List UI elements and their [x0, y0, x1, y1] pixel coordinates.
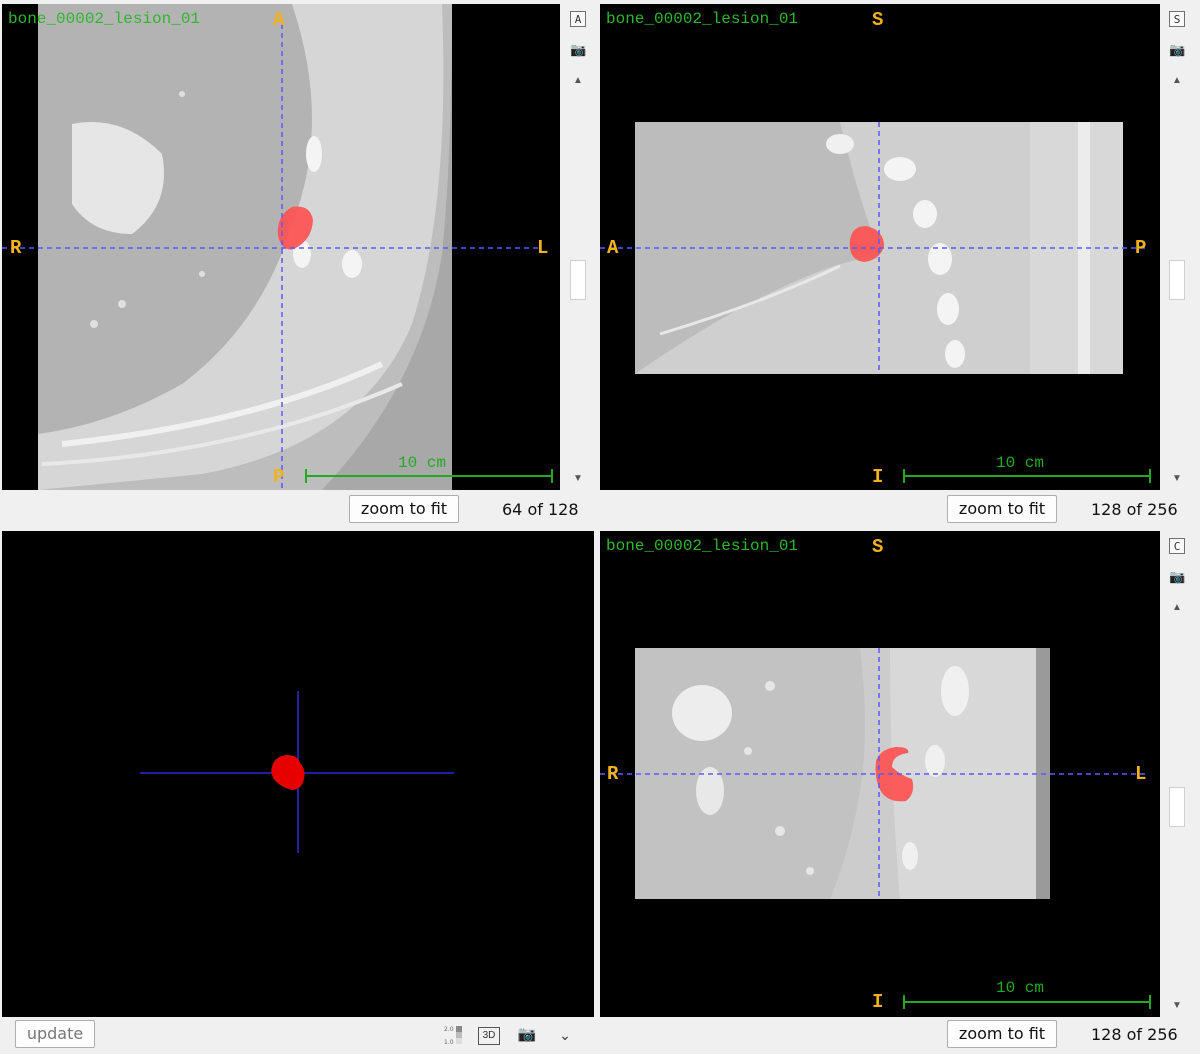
window-level-icon[interactable]: 2.0 1.0 [444, 1024, 464, 1046]
sagittal-view[interactable]: bone_00002_lesion_01 S I A P 10 cm [600, 4, 1160, 490]
svg-text:1.0: 1.0 [444, 1039, 454, 1046]
scale-bar-label: 10 cm [398, 454, 447, 472]
lesion-3d [271, 755, 305, 790]
coronal-sidebar: C 📷 ▲ ▼ [1160, 531, 1194, 1017]
orientation-left: R [607, 763, 619, 785]
update-button[interactable]: update [15, 1020, 95, 1048]
coronal-view[interactable]: bone_00002_lesion_01 S I R L 10 cm [600, 531, 1160, 1017]
zoom-to-fit-button[interactable]: zoom to fit [947, 1020, 1057, 1048]
camera-icon[interactable]: 📷 [570, 42, 586, 58]
orientation-left: A [607, 237, 619, 259]
scroll-up-arrow[interactable]: ▲ [1167, 601, 1187, 615]
sagittal-ct-image [600, 122, 1151, 483]
series-title: bone_00002_lesion_01 [8, 10, 201, 28]
3d-icon[interactable]: 3D [478, 1024, 500, 1046]
axial-view[interactable]: bone_00002_lesion_01 A P R L 10 cm [2, 4, 560, 490]
orientation-bottom: I [872, 466, 884, 488]
orientation-bottom: P [273, 466, 285, 488]
view-toggle-button[interactable]: A [570, 11, 586, 27]
scrollbar-thumb[interactable] [1169, 787, 1185, 827]
orientation-top: A [273, 9, 285, 31]
3d-icon-label: 3D [478, 1027, 500, 1045]
scroll-down-arrow[interactable]: ▼ [1167, 472, 1187, 486]
zoom-to-fit-button[interactable]: zoom to fit [947, 495, 1057, 523]
orientation-top: S [872, 9, 884, 31]
svg-text:2.0: 2.0 [444, 1026, 454, 1033]
scale-bar-label: 10 cm [996, 454, 1045, 472]
scroll-down-arrow[interactable]: ▼ [1167, 999, 1187, 1013]
scroll-up-arrow[interactable]: ▲ [568, 74, 588, 88]
scroll-up-arrow[interactable]: ▲ [1167, 74, 1187, 88]
orientation-left: R [10, 237, 22, 259]
slice-scrollbar[interactable]: ▲ ▼ [1167, 599, 1187, 1017]
view-toggle-button[interactable]: C [1169, 538, 1185, 554]
camera-icon[interactable]: 📷 [516, 1024, 538, 1046]
camera-icon[interactable]: 📷 [1169, 42, 1185, 58]
scrollbar-thumb[interactable] [570, 260, 586, 300]
scale-bar-label: 10 cm [996, 979, 1045, 997]
scroll-down-arrow[interactable]: ▼ [568, 472, 588, 486]
3d-render-view[interactable] [2, 531, 594, 1017]
scrollbar-thumb[interactable] [1169, 260, 1185, 300]
coronal-ct-image [600, 648, 1151, 1009]
sagittal-sidebar: S 📷 ▲ ▼ [1160, 4, 1194, 490]
axial-sidebar: A 📷 ▲ ▼ [561, 4, 595, 490]
series-title: bone_00002_lesion_01 [606, 537, 799, 555]
orientation-right: L [537, 237, 549, 259]
slice-indicator: 128 of 256 [1091, 500, 1178, 519]
3d-render [140, 691, 454, 853]
orientation-bottom: I [872, 991, 884, 1013]
axial-ct-image [2, 4, 553, 490]
chevron-down-icon[interactable]: ⌄ [554, 1024, 576, 1046]
series-title: bone_00002_lesion_01 [606, 10, 799, 28]
view-toggle-button[interactable]: S [1169, 11, 1185, 27]
orientation-right: P [1135, 237, 1147, 259]
zoom-to-fit-button[interactable]: zoom to fit [349, 495, 459, 523]
orientation-right: L [1135, 763, 1147, 785]
slice-scrollbar[interactable]: ▲ ▼ [568, 72, 588, 490]
orientation-top: S [872, 536, 884, 558]
slice-indicator: 128 of 256 [1091, 1025, 1178, 1044]
camera-icon[interactable]: 📷 [1169, 569, 1185, 585]
slice-indicator: 64 of 128 [502, 500, 579, 519]
slice-scrollbar[interactable]: ▲ ▼ [1167, 72, 1187, 490]
